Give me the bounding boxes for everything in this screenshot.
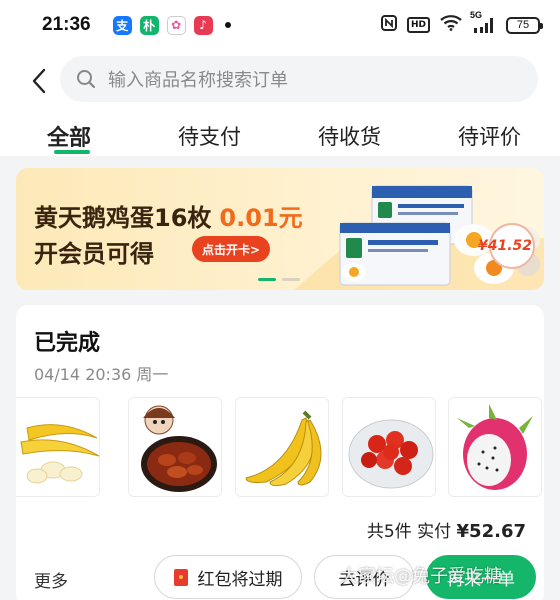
tab-pending-receipt[interactable]: 待收货: [318, 121, 381, 151]
product-thumb-2[interactable]: [128, 397, 222, 497]
chevron-left-icon: [32, 68, 46, 94]
banner-headline: 黄天鹅鸡蛋16枚 0.01元: [34, 198, 303, 233]
order-summary: 共5件 实付 ¥52.67: [367, 517, 526, 542]
product-thumbnails[interactable]: [16, 397, 544, 497]
signal-icon: 5G: [470, 10, 496, 34]
egg-box-illustration: [294, 185, 544, 290]
tab-pending-payment[interactable]: 待支付: [178, 121, 241, 151]
search-placeholder: 输入商品名称搜索订单: [108, 70, 288, 91]
red-packet-icon: [173, 568, 188, 586]
product-thumb-5[interactable]: [448, 397, 542, 497]
watermark: 大家坛@兔子爱吃糖: [340, 566, 502, 587]
search-icon: [77, 70, 96, 89]
order-status: 已完成: [34, 331, 101, 356]
tab-all[interactable]: 全部: [47, 120, 91, 152]
alipay-icon: 支: [112, 15, 132, 35]
back-button[interactable]: [26, 64, 56, 98]
more-button[interactable]: 更多: [34, 567, 68, 592]
active-tab-indicator: [54, 150, 90, 154]
summary-prefix: 共5件 实付: [366, 522, 452, 542]
music-icon: ♪: [193, 15, 213, 35]
paid-amount: ¥52.67: [456, 521, 526, 542]
banner-pagination: [258, 278, 300, 281]
banana-bunch-icon: [245, 410, 322, 487]
gallery-icon: ✿: [166, 15, 186, 35]
banner-price: 0.01元: [219, 204, 303, 232]
open-card-button[interactable]: 点击开卡>: [192, 236, 271, 262]
header: 输入商品名称搜索订单 全部 待支付 待收货 待评价: [0, 50, 560, 156]
nfc-icon: [380, 15, 397, 35]
product-thumb-1[interactable]: [16, 397, 100, 497]
search-input[interactable]: 输入商品名称搜索订单: [60, 56, 538, 102]
more-notifications-icon: [224, 22, 231, 28]
signal-label: 5G: [470, 10, 483, 20]
status-time: 21:36: [42, 14, 91, 35]
banner-dot-2: [282, 278, 300, 281]
tab-pending-review[interactable]: 待评价: [458, 121, 521, 151]
order-time: 04/14 20:36 周一: [34, 365, 169, 384]
product-thumb-3[interactable]: [235, 397, 329, 497]
cherry-tomato-icon: [348, 419, 434, 489]
red-packet-button[interactable]: 红包将过期: [154, 555, 302, 599]
pupu-icon: 朴: [139, 15, 159, 35]
banner-subline: 开会员可得: [34, 240, 154, 268]
red-packet-label: 红包将过期: [197, 569, 283, 590]
notification-icons: 支 朴 ✿ ♪: [112, 15, 231, 35]
banner-price-tag: ¥41.52: [477, 238, 532, 254]
product-thumb-4[interactable]: [342, 397, 436, 497]
braised-meat-icon: [141, 405, 217, 492]
order-card[interactable]: 已完成 04/14 20:36 周一 共5件 实付 ¥52.67 更多 红包将过…: [16, 305, 544, 600]
banner-dot-1: [258, 278, 276, 281]
status-bar: 21:36 支 朴 ✿ ♪ HD 5G 75: [0, 0, 560, 50]
banner-product: 黄天鹅鸡蛋16枚: [34, 204, 212, 232]
system-icons: HD 5G 75: [380, 10, 543, 35]
battery-indicator: 75: [506, 16, 543, 34]
hd-icon: HD: [406, 17, 430, 33]
banana-icon: [20, 424, 99, 484]
wifi-icon: [440, 15, 462, 35]
promo-banner[interactable]: 黄天鹅鸡蛋16枚 0.01元 开会员可得 点击开卡> ¥41.52: [16, 168, 544, 290]
dragon-fruit-icon: [457, 404, 533, 490]
